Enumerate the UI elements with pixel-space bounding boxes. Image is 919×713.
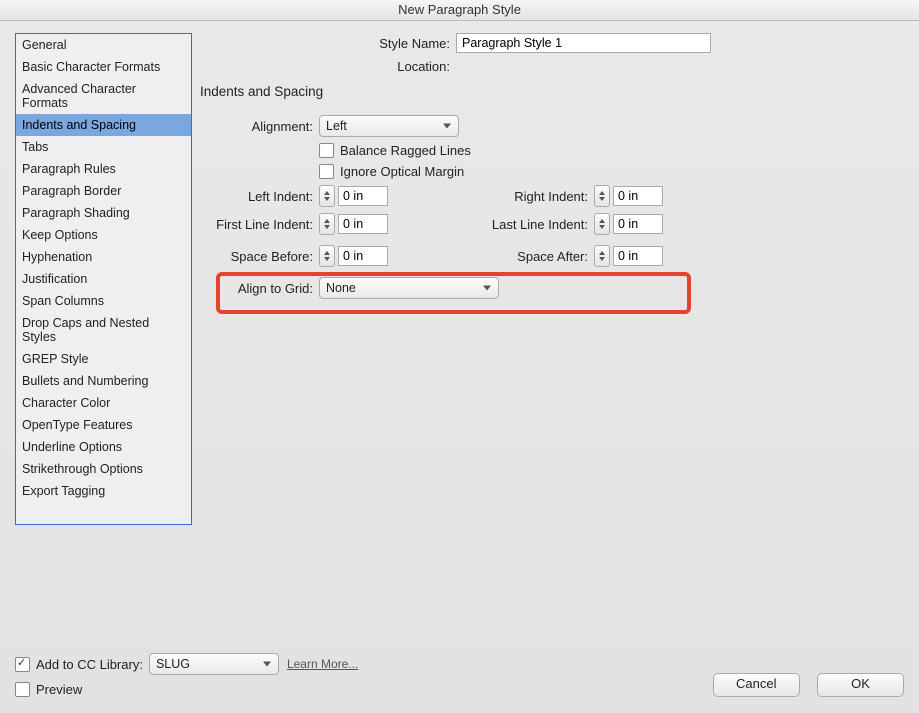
last-line-input[interactable] [613, 214, 663, 234]
sidebar-item[interactable]: Paragraph Rules [16, 158, 191, 180]
left-indent-stepper[interactable] [319, 185, 335, 207]
cancel-button[interactable]: Cancel [713, 673, 800, 697]
style-name-label: Style Name: [200, 36, 456, 51]
category-sidebar: GeneralBasic Character FormatsAdvanced C… [15, 33, 192, 525]
learn-more-link[interactable]: Learn More... [287, 657, 358, 671]
sidebar-item[interactable]: Export Tagging [16, 480, 191, 502]
add-cc-library-label: Add to CC Library: [36, 657, 143, 672]
space-before-input[interactable] [338, 246, 388, 266]
balance-label: Balance Ragged Lines [340, 143, 471, 158]
last-line-stepper[interactable] [594, 213, 610, 235]
alignment-label: Alignment: [200, 119, 319, 134]
section-title: Indents and Spacing [200, 84, 904, 99]
right-indent-stepper[interactable] [594, 185, 610, 207]
sidebar-item[interactable]: Paragraph Shading [16, 202, 191, 224]
style-name-input[interactable] [456, 33, 711, 53]
first-line-stepper[interactable] [319, 213, 335, 235]
left-indent-label: Left Indent: [200, 189, 319, 204]
sidebar-item[interactable]: Tabs [16, 136, 191, 158]
window-title: New Paragraph Style [0, 0, 919, 21]
align-grid-label: Align to Grid: [200, 281, 319, 296]
sidebar-item[interactable]: GREP Style [16, 348, 191, 370]
sidebar-item[interactable]: Strikethrough Options [16, 458, 191, 480]
sidebar-item[interactable]: OpenType Features [16, 414, 191, 436]
ignore-optical-checkbox[interactable] [319, 164, 334, 179]
ignore-optical-label: Ignore Optical Margin [340, 164, 464, 179]
sidebar-item[interactable]: Underline Options [16, 436, 191, 458]
right-indent-input[interactable] [613, 186, 663, 206]
align-grid-select[interactable]: None [319, 277, 499, 299]
location-label: Location: [200, 59, 456, 74]
sidebar-item[interactable]: Bullets and Numbering [16, 370, 191, 392]
sidebar-item[interactable]: Indents and Spacing [16, 114, 191, 136]
space-before-label: Space Before: [200, 249, 319, 264]
alignment-select[interactable]: Left [319, 115, 459, 137]
sidebar-item[interactable]: Drop Caps and Nested Styles [16, 312, 191, 348]
preview-checkbox[interactable] [15, 682, 30, 697]
sidebar-item[interactable]: General [16, 34, 191, 56]
preview-label: Preview [36, 682, 82, 697]
left-indent-input[interactable] [338, 186, 388, 206]
space-after-stepper[interactable] [594, 245, 610, 267]
sidebar-item[interactable]: Justification [16, 268, 191, 290]
sidebar-item[interactable]: Advanced Character Formats [16, 78, 191, 114]
add-cc-library-checkbox[interactable] [15, 657, 30, 672]
right-indent-label: Right Indent: [388, 189, 594, 204]
last-line-label: Last Line Indent: [388, 217, 594, 232]
sidebar-item[interactable]: Hyphenation [16, 246, 191, 268]
space-after-label: Space After: [388, 249, 594, 264]
ok-button[interactable]: OK [817, 673, 904, 697]
sidebar-item[interactable]: Keep Options [16, 224, 191, 246]
space-after-input[interactable] [613, 246, 663, 266]
sidebar-item[interactable]: Basic Character Formats [16, 56, 191, 78]
first-line-label: First Line Indent: [200, 217, 319, 232]
sidebar-item[interactable]: Paragraph Border [16, 180, 191, 202]
first-line-input[interactable] [338, 214, 388, 234]
sidebar-item[interactable]: Character Color [16, 392, 191, 414]
balance-checkbox[interactable] [319, 143, 334, 158]
cc-library-select[interactable]: SLUG [149, 653, 279, 675]
space-before-stepper[interactable] [319, 245, 335, 267]
sidebar-item[interactable]: Span Columns [16, 290, 191, 312]
